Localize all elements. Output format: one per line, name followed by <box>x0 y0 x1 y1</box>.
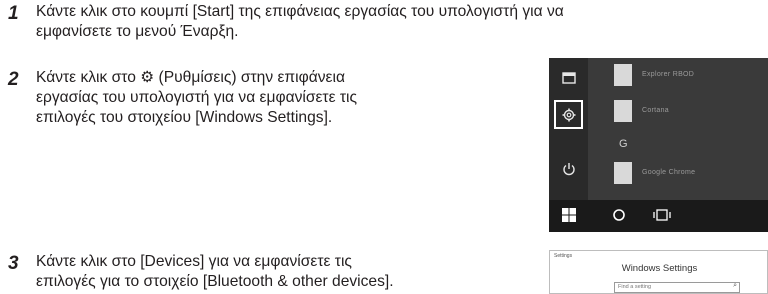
step-text: Κάντε κλικ στο ⚙ (Ρυθμίσεις) στην επιφάν… <box>36 68 357 128</box>
app-tile[interactable] <box>614 100 632 122</box>
group-letter[interactable]: G <box>619 138 628 150</box>
app-tile[interactable] <box>614 64 632 86</box>
settings-icon[interactable] <box>549 108 588 126</box>
step-text-line: Κάντε κλικ στο ⚙ (Ρυθμίσεις) στην επιφάν… <box>36 69 345 86</box>
documents-icon[interactable] <box>549 70 588 88</box>
step-text-line: επιλογές για το στοιχείο [Bluetooth & ot… <box>36 273 394 290</box>
window-title: Windows Settings <box>621 263 698 274</box>
step-number: 2 <box>8 69 19 90</box>
search-input[interactable]: Find a setting ⌕ <box>614 282 740 293</box>
step-text-line: επιλογές του στοιχείου [Windows Settings… <box>36 109 333 126</box>
start-menu-screenshot: Explorer RBOD Cortana G Google Chrome <box>549 58 768 232</box>
search-icon: ⌕ <box>733 282 737 289</box>
step-text-line: Κάντε κλικ στο [Devices] για να εμφανίσε… <box>36 253 352 270</box>
app-tile[interactable] <box>614 162 632 184</box>
app-label[interactable]: Google Chrome <box>642 168 695 178</box>
windows-logo-icon[interactable] <box>561 207 577 228</box>
task-view-icon[interactable] <box>653 207 671 228</box>
step-text: Κάντε κλικ στο κουμπί [Start] της επιφάν… <box>36 2 564 42</box>
step-text: Κάντε κλικ στο [Devices] για να εμφανίσε… <box>36 252 394 292</box>
window-label: Settings <box>554 253 573 259</box>
taskbar <box>549 200 768 232</box>
step-number: 1 <box>8 3 19 24</box>
power-icon[interactable] <box>549 162 588 180</box>
app-label[interactable]: Cortana <box>642 106 669 116</box>
search-placeholder: Find a setting <box>618 284 652 290</box>
app-label[interactable]: Explorer RBOD <box>642 70 694 80</box>
step-text-line: εμφανίσετε το μενού Έναρξη. <box>36 23 239 40</box>
windows-settings-screenshot: Settings Windows Settings Find a setting… <box>549 250 768 294</box>
step-text-line: εργασίας του υπολογιστή για να εμφανίσετ… <box>36 89 358 106</box>
step-text-line: Κάντε κλικ στο κουμπί [Start] της επιφάν… <box>36 3 564 20</box>
start-menu-rail <box>549 58 588 200</box>
step-number: 3 <box>8 253 19 274</box>
cortana-circle-icon[interactable] <box>612 207 626 228</box>
